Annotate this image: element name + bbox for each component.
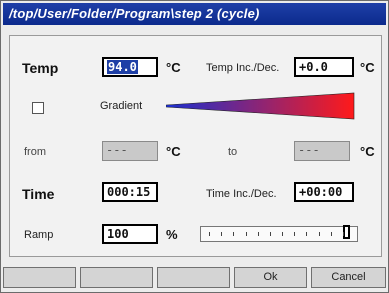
from-input[interactable]: --- [102,141,158,161]
time-inc-input[interactable]: +00:00 [294,182,354,202]
ok-button[interactable]: Ok [234,267,307,288]
time-input[interactable]: 000:15 [102,182,158,202]
temp-inc-input[interactable]: +0.0 [294,57,354,77]
ramp-slider-tick [245,232,247,236]
ramp-slider-thumb[interactable] [343,225,350,239]
gradient-checkbox[interactable] [32,102,44,114]
to-input[interactable]: --- [294,141,350,161]
time-inc-label: Time Inc./Dec. [206,188,277,200]
temp-inc-unit: °C [360,60,375,75]
soft-key-1-button[interactable] [3,267,76,288]
temp-inc-label: Temp Inc./Dec. [206,62,280,74]
ramp-slider-tick [318,232,320,236]
dialog-window: /top/User/Folder/Program\step 2 (cycle) … [0,0,389,293]
window-title: /top/User/Folder/Program\step 2 (cycle) [3,3,386,25]
to-unit: °C [360,144,375,159]
gradient-label: Gradient [100,100,143,112]
ramp-slider-tick [221,232,223,236]
ramp-slider-tick [257,232,259,236]
ramp-slider-tick [330,232,332,236]
ramp-slider-tick [294,232,296,236]
time-label: Time [22,186,55,202]
soft-key-2-button[interactable] [80,267,153,288]
ramp-slider-tick [233,232,235,236]
to-label: to [228,146,238,158]
gradient-visual [166,92,355,120]
ramp-slider-tick [209,232,210,236]
cancel-button[interactable]: Cancel [311,267,386,288]
temp-input[interactable]: 94.0 [102,57,158,77]
ramp-slider-tick [282,232,284,236]
temp-value: 94.0 [107,60,138,74]
ramp-slider-tick [343,232,344,236]
ramp-label: Ramp [24,229,54,241]
from-label: from [24,146,46,158]
ramp-unit: % [166,227,178,242]
ramp-slider-tick [306,232,308,236]
step-settings-panel: Temp 94.0 °C Temp Inc./Dec. +0.0 °C Grad… [9,35,382,257]
ramp-slider-tick [269,232,271,236]
soft-key-3-button[interactable] [157,267,230,288]
temp-unit: °C [166,60,181,75]
temp-label: Temp [22,60,59,76]
soft-key-bar: Ok Cancel [3,267,386,289]
ramp-input[interactable]: 100 [102,224,158,244]
from-unit: °C [166,144,181,159]
ramp-slider[interactable] [200,225,358,242]
